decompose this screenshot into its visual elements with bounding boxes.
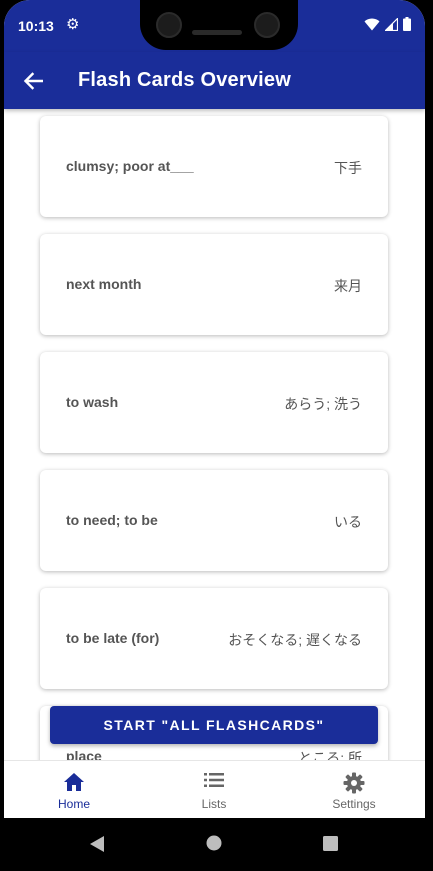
card-english: clumsy; poor at___ — [66, 158, 194, 174]
camera-notch — [140, 0, 298, 50]
home-icon — [64, 773, 84, 791]
card-english: to wash — [66, 394, 119, 410]
system-home-icon[interactable] — [206, 835, 222, 851]
status-bar: 10:13 ⚙ — [4, 0, 425, 52]
card-japanese: おそくなる; 遅くなる — [228, 632, 362, 648]
flashcard-item[interactable]: to be late (for) おそくなる; 遅くなる — [40, 588, 388, 689]
nav-home-label: Home — [57, 797, 90, 811]
card-english: to need; to be — [66, 512, 158, 528]
system-back-icon[interactable] — [89, 835, 105, 853]
signal-icon — [385, 17, 398, 31]
back-arrow-icon — [23, 72, 43, 90]
status-icons — [364, 17, 411, 31]
nav-lists-label: Lists — [201, 797, 227, 811]
phone-frame: 10:13 ⚙ Flash Cards Overview clumsy; poo… — [0, 0, 433, 871]
status-time: 10:13 — [18, 18, 54, 34]
earpiece-speaker — [192, 30, 242, 35]
system-recents-icon[interactable] — [323, 836, 338, 851]
battery-icon — [403, 17, 411, 31]
back-button[interactable] — [16, 64, 50, 98]
flashcard-item[interactable]: to wash あらう; 洗う — [40, 352, 388, 453]
card-english: place — [66, 748, 102, 760]
card-japanese: 下手 — [334, 160, 362, 176]
nav-settings-label: Settings — [332, 797, 376, 811]
card-english: to be late (for) — [66, 630, 160, 646]
nav-lists[interactable]: Lists — [144, 761, 284, 818]
nav-home[interactable]: Home — [4, 761, 144, 818]
card-japanese: 来月 — [334, 278, 362, 294]
settings-notification-icon: ⚙ — [66, 16, 80, 33]
start-all-flashcards-button[interactable]: START "ALL FLASHCARDS" — [50, 706, 378, 744]
nav-settings[interactable]: Settings — [284, 761, 424, 818]
page-title: Flash Cards Overview — [78, 69, 291, 91]
flashcard-item[interactable]: to need; to be いる — [40, 470, 388, 571]
card-english: next month — [66, 276, 142, 292]
system-navigation-bar — [0, 818, 433, 871]
flashcard-item[interactable]: clumsy; poor at___ 下手 — [40, 116, 388, 217]
app-screen: 10:13 ⚙ Flash Cards Overview clumsy; poo… — [4, 0, 425, 818]
card-japanese: いる — [334, 514, 362, 530]
wifi-icon — [364, 18, 380, 30]
bottom-navigation: Home Lists Settings — [4, 760, 425, 818]
card-japanese: あらう; 洗う — [284, 396, 362, 412]
app-bar: Flash Cards Overview — [4, 52, 425, 109]
front-sensor-icon — [254, 12, 280, 38]
flashcard-list[interactable]: clumsy; poor at___ 下手 next month 来月 to w… — [4, 109, 425, 760]
front-camera-icon — [156, 12, 182, 38]
gear-icon — [343, 772, 365, 794]
card-japanese: ところ; 所 — [298, 750, 362, 760]
flashcard-item[interactable]: next month 来月 — [40, 234, 388, 335]
list-icon — [204, 773, 224, 787]
